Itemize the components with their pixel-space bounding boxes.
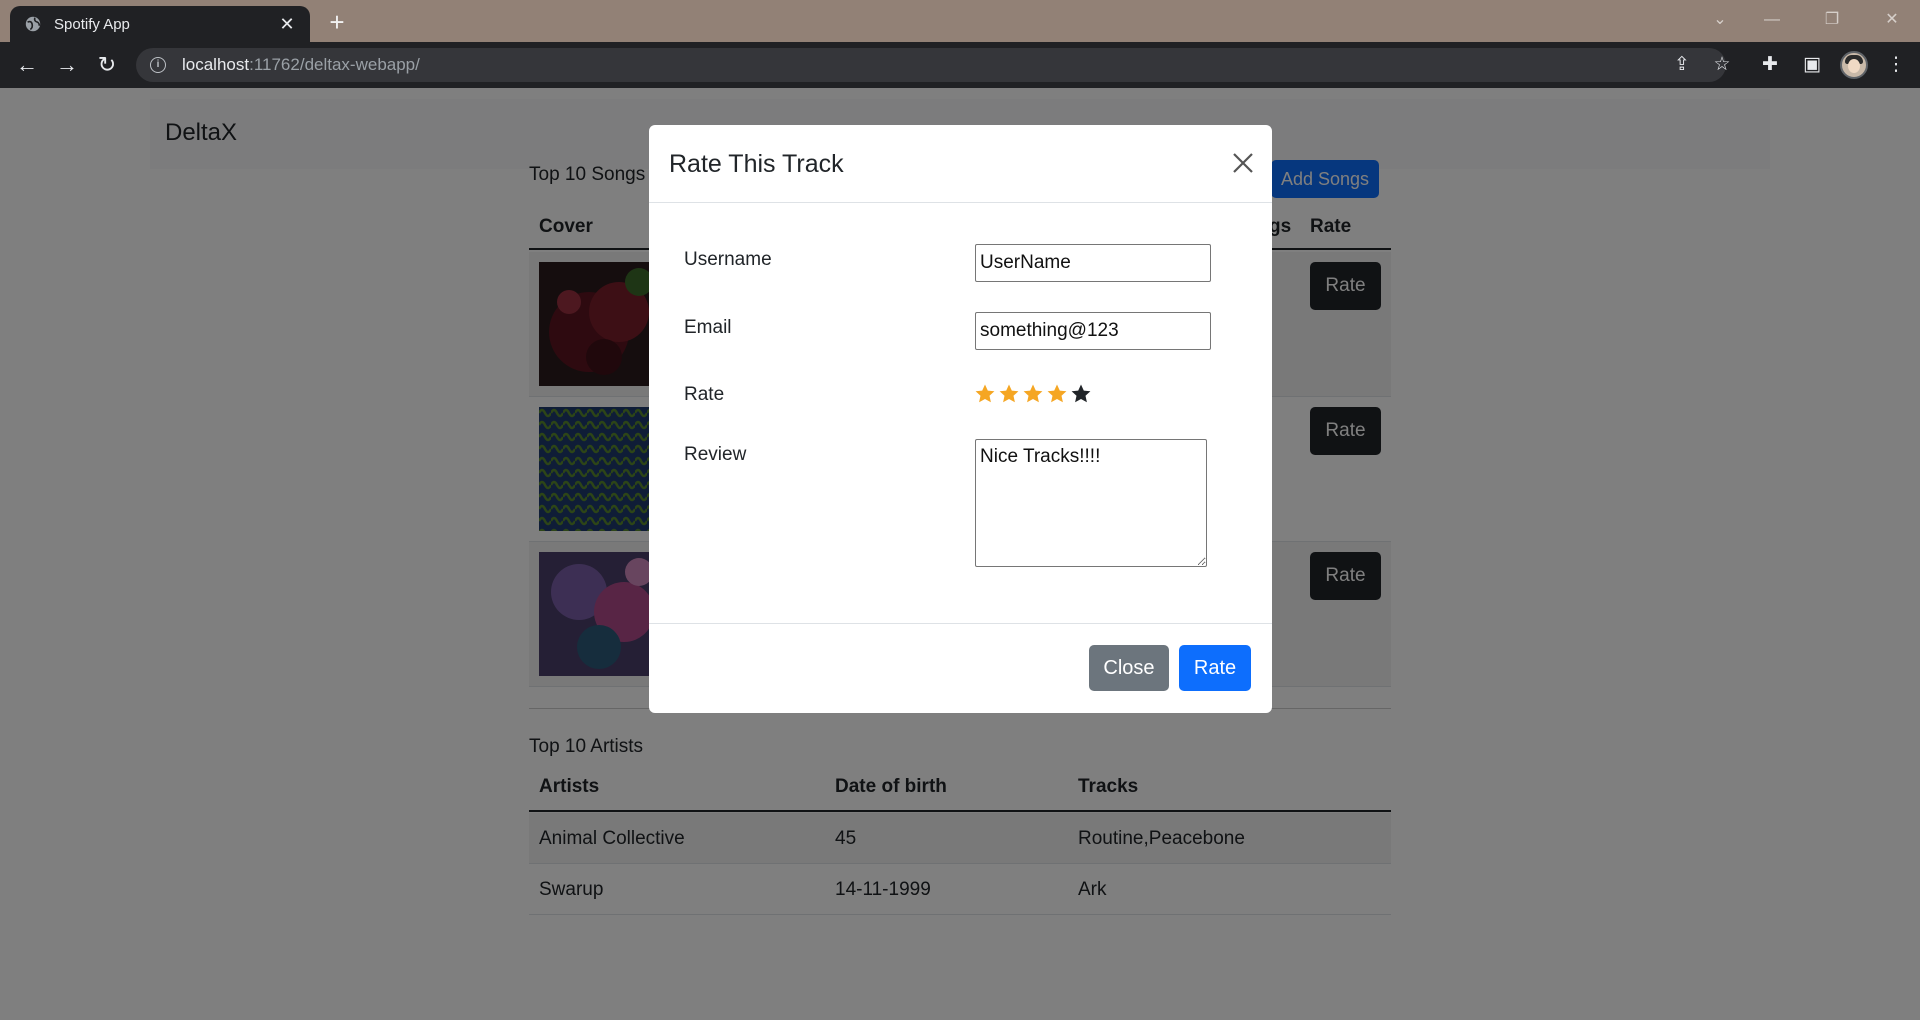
star-icon[interactable] <box>1069 382 1093 406</box>
extensions-puzzle-icon[interactable]: ✚ <box>1756 51 1784 79</box>
review-label: Review <box>684 444 747 465</box>
submit-rate-button[interactable]: Rate <box>1179 645 1251 691</box>
side-panel-icon[interactable]: ▣ <box>1798 51 1826 79</box>
browser-toolbar: ← → ↻ i localhost :11762/deltax-webapp/ … <box>0 42 1920 88</box>
username-label: Username <box>684 249 772 270</box>
rate-label: Rate <box>684 384 725 405</box>
back-arrow-icon[interactable]: ← <box>12 50 42 80</box>
window-close-icon[interactable]: ✕ <box>1872 8 1912 32</box>
star-icon[interactable] <box>973 382 997 406</box>
profile-avatar[interactable] <box>1840 51 1868 79</box>
minimize-icon[interactable]: — <box>1752 8 1792 32</box>
tab-close-icon[interactable]: ✕ <box>278 14 296 35</box>
url-host: localhost <box>182 55 250 74</box>
star-icon[interactable] <box>1045 382 1069 406</box>
reload-icon[interactable]: ↻ <box>92 50 122 80</box>
restore-icon[interactable]: ❐ <box>1812 8 1852 32</box>
browser-tab[interactable]: Spotify App ✕ <box>10 6 310 42</box>
url-path: :11762/deltax-webapp/ <box>249 55 420 74</box>
star-rating[interactable] <box>973 382 1093 406</box>
modal-header: Rate This Track <box>649 125 1272 203</box>
tab-search-chevron-icon[interactable]: ⌄ <box>1700 8 1740 32</box>
email-label: Email <box>684 317 732 338</box>
forward-arrow-icon[interactable]: → <box>52 50 82 80</box>
username-input[interactable] <box>975 244 1211 282</box>
tab-title: Spotify App <box>54 15 130 33</box>
star-icon[interactable] <box>1021 382 1045 406</box>
star-icon[interactable] <box>997 382 1021 406</box>
share-icon[interactable]: ⇪ <box>1668 51 1696 79</box>
globe-icon <box>25 16 41 32</box>
site-info-icon[interactable]: i <box>150 57 166 73</box>
close-icon[interactable] <box>1227 147 1259 179</box>
close-button[interactable]: Close <box>1089 645 1169 691</box>
browser-titlebar: Spotify App ✕ + ⌄ — ❐ ✕ <box>0 0 1920 42</box>
new-tab-icon[interactable]: + <box>322 8 352 38</box>
email-input[interactable] <box>975 312 1211 350</box>
address-bar[interactable]: i localhost :11762/deltax-webapp/ <box>136 48 1726 82</box>
bookmark-star-icon[interactable]: ☆ <box>1708 51 1736 79</box>
browser-menu-icon[interactable]: ⋮ <box>1882 51 1910 79</box>
review-textarea[interactable] <box>975 439 1207 567</box>
rate-track-modal: Rate This Track Username Email Rate Revi… <box>649 125 1272 713</box>
modal-footer: Close Rate <box>649 623 1272 713</box>
modal-title: Rate This Track <box>669 150 844 178</box>
